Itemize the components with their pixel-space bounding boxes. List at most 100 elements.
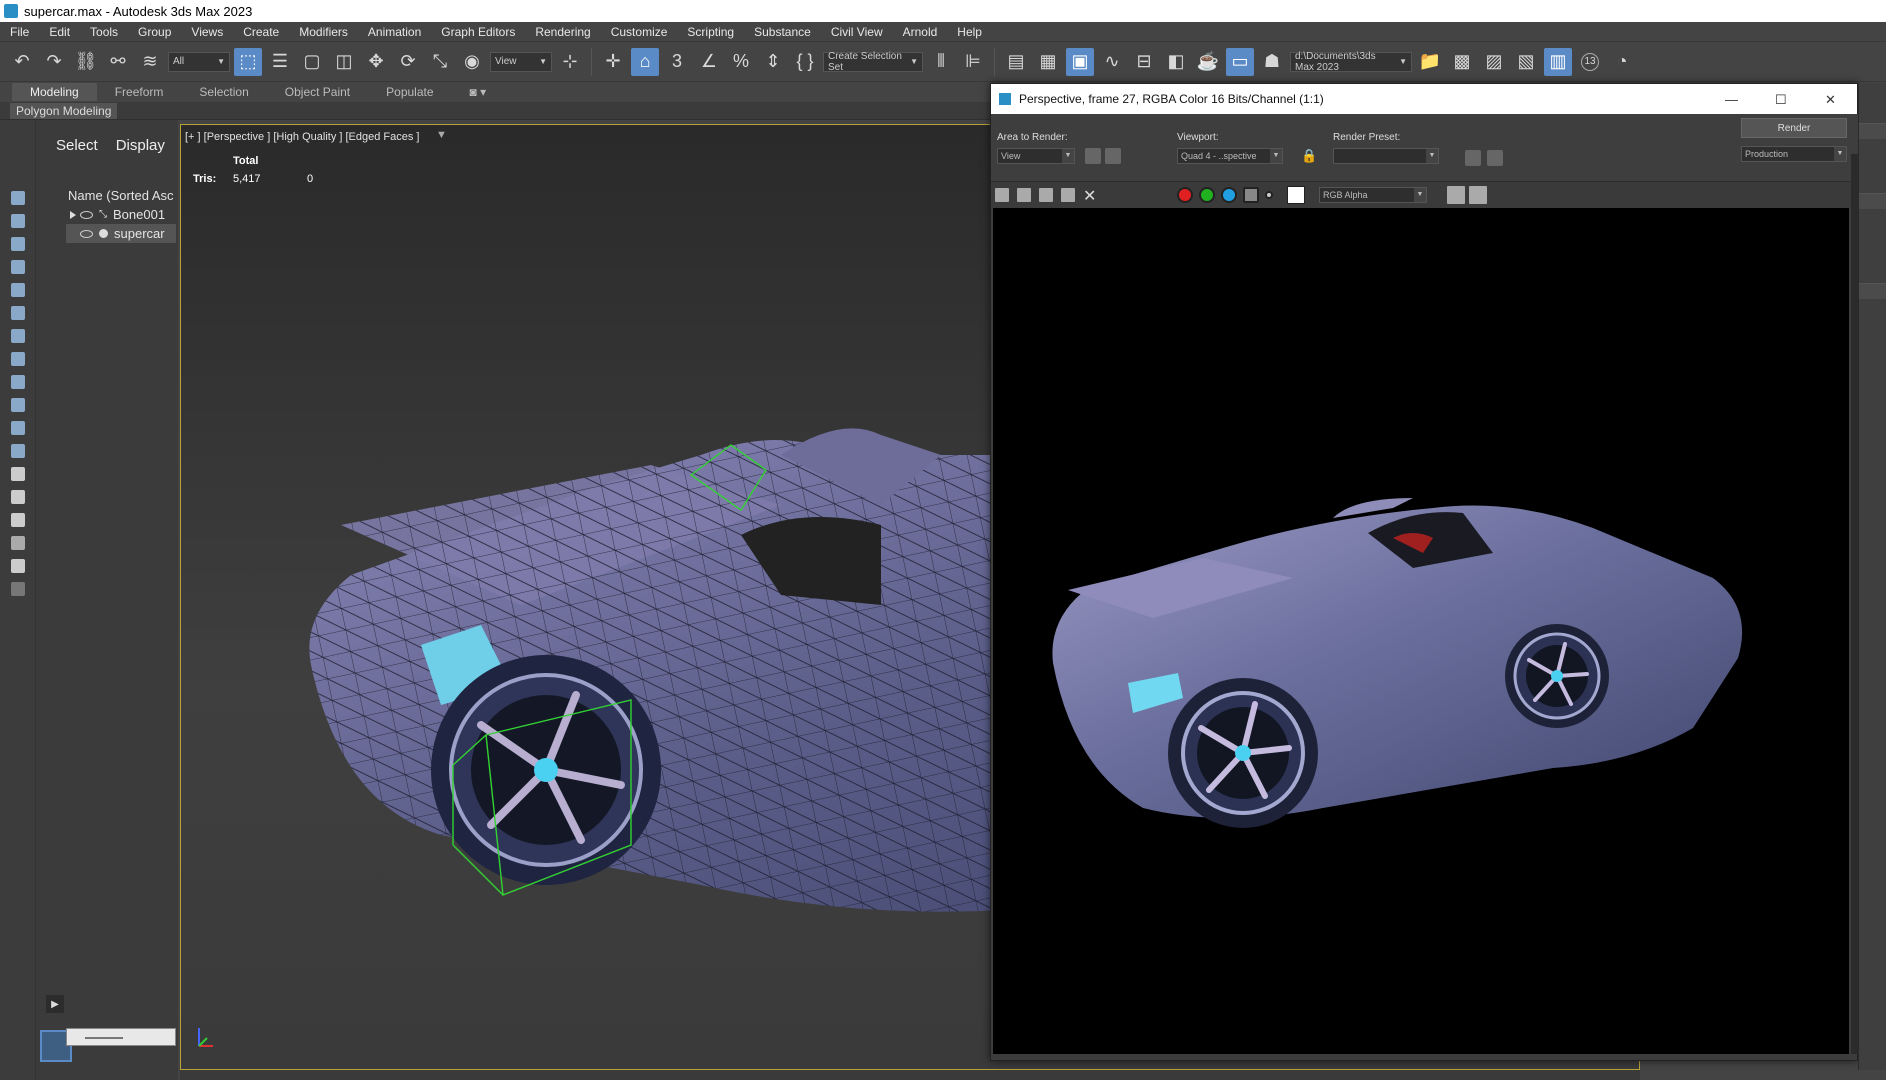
find-icon[interactable] [7,533,29,553]
alpha-channel-icon[interactable] [1243,187,1259,203]
display-shapes-icon[interactable] [7,211,29,231]
render-preset-dropdown[interactable]: ▼ [1333,148,1439,164]
copy-image-icon[interactable] [1017,188,1031,202]
curve-editor-icon[interactable]: ∿ [1098,48,1126,76]
place-icon[interactable]: ◉ [458,48,486,76]
blue-channel-icon[interactable] [1221,187,1237,203]
menu-arnold[interactable]: Arnold [893,22,948,42]
help-search-icon[interactable]: ◔ [1608,48,1636,76]
redo-icon[interactable]: ↷ [40,48,68,76]
project-folder-dropdown[interactable]: d:\Documents\3ds Max 2023 ▼ [1290,51,1412,73]
select-manipulate-icon[interactable]: ✛ [599,48,627,76]
rotate-icon[interactable]: ⟳ [394,48,422,76]
percent-snap-icon[interactable]: % [727,48,755,76]
save-container-icon[interactable]: ▧ [1512,48,1540,76]
render-production-icon[interactable]: ☗ [1258,48,1286,76]
layer-icon[interactable] [7,579,29,599]
visibility-eye-icon[interactable] [80,210,93,219]
tab-freeform[interactable]: Freeform [97,83,182,101]
tab-object-paint[interactable]: Object Paint [267,83,368,101]
toggle-ui-icon[interactable] [1469,186,1487,204]
tab-populate[interactable]: Populate [368,83,451,101]
unlink-icon[interactable]: ⚯ [104,48,132,76]
menu-civil-view[interactable]: Civil View [821,22,893,42]
menu-group[interactable]: Group [128,22,181,42]
environment-effects-icon[interactable] [1487,150,1503,166]
menu-help[interactable]: Help [947,22,992,42]
render-button[interactable]: Render [1741,118,1847,138]
list-item[interactable]: supercar [66,224,176,243]
layer-explorer-icon[interactable]: ▦ [1034,48,1062,76]
containers-icon[interactable]: ▩ [1448,48,1476,76]
ribbon-options-icon[interactable]: ◙ ▾ [452,83,505,101]
display-groups-icon[interactable] [7,326,29,346]
clear-icon[interactable]: ✕ [1083,186,1096,206]
green-channel-icon[interactable] [1199,187,1215,203]
maximize-icon[interactable]: ☐ [1775,92,1787,108]
red-channel-icon[interactable] [1177,187,1193,203]
display-invert-icon[interactable] [7,487,29,507]
filter-icon[interactable] [7,556,29,576]
command-panel-toggle-icon[interactable]: ▥ [1544,47,1572,76]
undo-icon[interactable]: ↶ [8,48,36,76]
open-explorer-icon[interactable]: 📁 [1416,48,1444,76]
link-icon[interactable]: ⛓ [72,48,100,76]
time-slider-strip[interactable] [180,1070,1640,1080]
display-geometry-icon[interactable] [7,188,29,208]
tab-selection[interactable]: Selection [181,83,266,101]
command-panel-row[interactable] [1859,283,1886,299]
schematic-view-icon[interactable]: ⊟ [1130,48,1158,76]
menu-create[interactable]: Create [233,22,289,42]
ribbon-toggle-icon[interactable]: ▣ [1066,47,1094,76]
render-setup-icon[interactable] [1465,150,1481,166]
polygon-modeling-panel-label[interactable]: Polygon Modeling [10,103,118,119]
display-cameras-icon[interactable] [7,257,29,277]
swatch-icon[interactable] [1287,186,1305,204]
display-xrefs-icon[interactable] [7,349,29,369]
selection-filter-dropdown[interactable]: All ▼ [168,51,230,72]
menu-tools[interactable]: Tools [80,22,128,42]
command-panel-row[interactable] [1859,123,1886,139]
save-image-icon[interactable] [995,188,1009,202]
spinner-snap-icon[interactable]: ⇕ [759,48,787,76]
window-crossing-icon[interactable]: ◫ [330,48,358,76]
area-to-render-dropdown[interactable]: View ▼ [997,148,1075,164]
inherit-container-icon[interactable]: ▨ [1480,48,1508,76]
display-containers-icon[interactable] [7,395,29,415]
menu-modifiers[interactable]: Modifiers [289,22,358,42]
display-none-icon[interactable] [7,464,29,484]
material-editor-icon[interactable]: ◧ [1162,48,1190,76]
menu-edit[interactable]: Edit [39,22,80,42]
channel-display-dropdown[interactable]: RGB Alpha ▼ [1319,187,1427,203]
menu-file[interactable]: File [0,22,39,42]
list-item[interactable]: ⤡ Bone001 [66,205,176,224]
display-lights-icon[interactable] [7,234,29,254]
display-helpers-icon[interactable] [7,280,29,300]
menu-scripting[interactable]: Scripting [677,22,744,42]
move-icon[interactable]: ✥ [362,48,390,76]
display-all-icon[interactable] [7,441,29,461]
minimize-icon[interactable]: — [1725,92,1738,107]
production-dropdown[interactable]: Production ▼ [1741,146,1847,162]
align-icon[interactable]: ⊫ [959,48,987,76]
scene-explorer-icon[interactable]: ▤ [1002,48,1030,76]
angle-snap-icon[interactable]: ∠ [695,48,723,76]
named-selection-dropdown[interactable]: Create Selection Set ▼ [823,51,923,73]
mirror-icon[interactable]: ⫴ [927,48,955,76]
keyboard-shortcut-override-icon[interactable]: ⌂ [631,47,659,76]
display-bones-icon[interactable] [7,372,29,392]
auto-region-icon[interactable] [1105,148,1121,164]
reference-count-badge[interactable]: 13 [1576,48,1604,76]
menu-animation[interactable]: Animation [358,22,431,42]
visibility-eye-icon[interactable] [80,229,93,238]
command-panel-row[interactable] [1859,193,1886,209]
reference-coord-dropdown[interactable]: View ▼ [490,51,552,72]
pivot-center-icon[interactable]: ⊹ [556,48,584,76]
clone-window-icon[interactable] [1039,188,1053,202]
menu-rendering[interactable]: Rendering [525,22,600,42]
snaps-toggle-icon[interactable]: 3 [663,48,691,76]
bind-space-warp-icon[interactable]: ≋ [136,48,164,76]
menu-views[interactable]: Views [181,22,233,42]
monochrome-icon[interactable] [1265,191,1273,199]
viewport-dropdown[interactable]: Quad 4 - ..spective ▼ [1177,148,1283,164]
